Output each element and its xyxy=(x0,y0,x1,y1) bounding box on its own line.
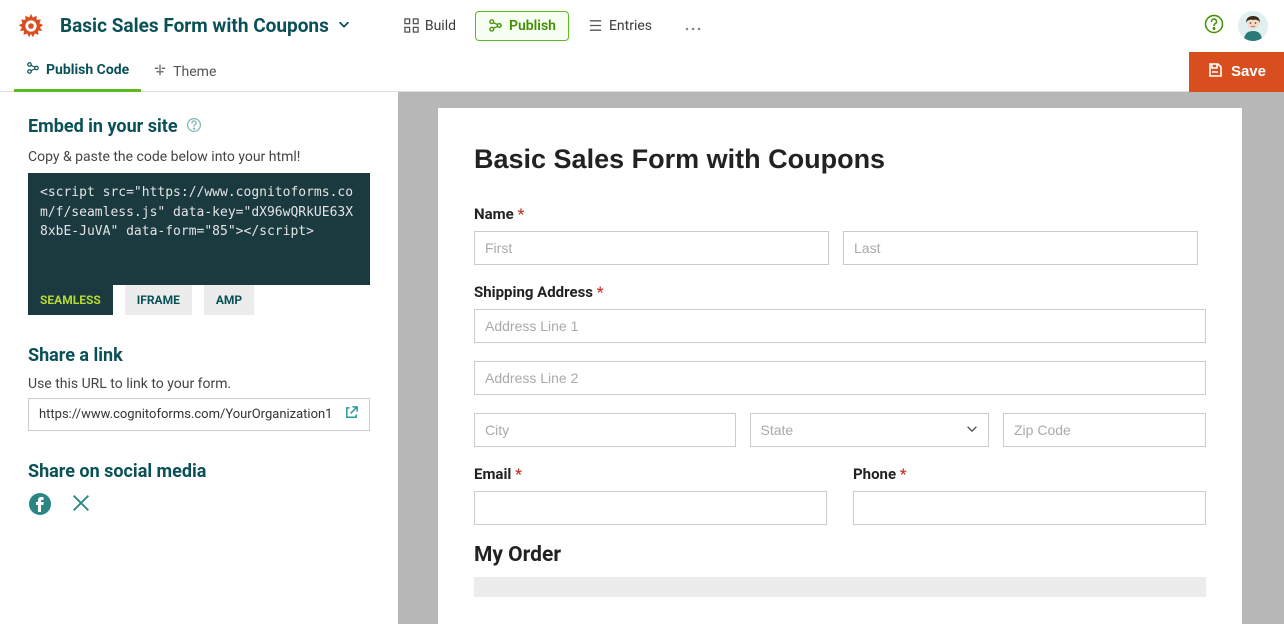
share-nodes-icon xyxy=(26,61,40,79)
social-icons xyxy=(28,492,370,520)
phone-input[interactable] xyxy=(853,491,1206,525)
header-right xyxy=(1204,11,1268,41)
tab-publish-code-label: Publish Code xyxy=(46,62,129,78)
zip-input[interactable] xyxy=(1003,413,1206,447)
save-icon xyxy=(1207,62,1223,82)
share-url: https://www.cognitoforms.com/YourOrganiz… xyxy=(39,407,336,422)
tab-seamless[interactable]: SEAMLESS xyxy=(28,285,113,315)
facebook-icon[interactable] xyxy=(28,492,52,520)
form-preview: Basic Sales Form with Coupons Name * Shi… xyxy=(438,108,1242,624)
form-title: Basic Sales Form with Coupons xyxy=(60,14,329,37)
city-input[interactable] xyxy=(474,413,736,447)
state-select[interactable] xyxy=(750,413,990,447)
nav-build-label: Build xyxy=(425,18,456,34)
social-title: Share on social media xyxy=(28,461,370,482)
publish-sidebar: Embed in your site Copy & paste the code… xyxy=(0,92,398,624)
nav-entries[interactable]: Entries xyxy=(575,11,665,41)
user-avatar[interactable] xyxy=(1238,11,1268,41)
app-logo[interactable] xyxy=(16,11,46,41)
form-preview-wrap: Basic Sales Form with Coupons Name * Shi… xyxy=(398,92,1284,624)
state-input[interactable] xyxy=(750,413,990,447)
nav-entries-label: Entries xyxy=(609,18,652,34)
tab-theme-label: Theme xyxy=(173,64,216,80)
top-header: Basic Sales Form with Coupons Build Publ… xyxy=(0,0,1284,52)
embed-title: Embed in your site xyxy=(28,116,178,137)
x-twitter-icon[interactable] xyxy=(70,492,92,520)
entries-icon xyxy=(588,18,603,33)
save-button[interactable]: Save xyxy=(1189,52,1284,92)
top-nav: Build Publish Entries xyxy=(391,10,707,41)
save-label: Save xyxy=(1231,63,1266,80)
form-heading: Basic Sales Form with Coupons xyxy=(474,144,1206,175)
share-url-box[interactable]: https://www.cognitoforms.com/YourOrganiz… xyxy=(28,398,370,431)
phone-label: Phone * xyxy=(853,465,1206,483)
embed-tabs: SEAMLESS IFRAME AMP xyxy=(28,285,370,315)
more-menu[interactable] xyxy=(679,10,707,41)
nav-publish[interactable]: Publish xyxy=(475,11,569,41)
share-link-title: Share a link xyxy=(28,345,370,366)
first-name-input[interactable] xyxy=(474,231,829,265)
external-link-icon[interactable] xyxy=(344,405,359,424)
embed-code-box[interactable]: <script src="https://www.cognitoforms.co… xyxy=(28,173,370,285)
chevron-down-icon xyxy=(337,16,351,35)
nav-publish-label: Publish xyxy=(509,18,556,34)
publish-icon xyxy=(488,18,503,33)
tab-theme[interactable]: Theme xyxy=(141,52,228,92)
name-label: Name * xyxy=(474,205,1206,223)
last-name-input[interactable] xyxy=(843,231,1198,265)
tab-publish-code[interactable]: Publish Code xyxy=(14,52,141,92)
tab-amp[interactable]: AMP xyxy=(204,285,254,315)
tab-iframe[interactable]: IFRAME xyxy=(125,285,192,315)
embed-subtitle: Copy & paste the code below into your ht… xyxy=(28,149,370,165)
shipping-label: Shipping Address * xyxy=(474,283,1206,301)
order-block xyxy=(474,577,1206,597)
main-content: Embed in your site Copy & paste the code… xyxy=(0,92,1284,624)
email-label: Email * xyxy=(474,465,827,483)
email-input[interactable] xyxy=(474,491,827,525)
share-link-subtitle: Use this URL to link to your form. xyxy=(28,376,370,392)
help-icon[interactable] xyxy=(1204,14,1224,38)
sub-nav: Publish Code Theme Save xyxy=(0,52,1284,92)
build-icon xyxy=(404,18,419,33)
theme-icon xyxy=(153,63,167,81)
nav-build[interactable]: Build xyxy=(391,11,469,41)
embed-help-icon[interactable] xyxy=(186,117,202,137)
form-title-dropdown[interactable]: Basic Sales Form with Coupons xyxy=(60,14,351,37)
my-order-heading: My Order xyxy=(474,543,1206,567)
address-line-2-input[interactable] xyxy=(474,361,1206,395)
address-line-1-input[interactable] xyxy=(474,309,1206,343)
